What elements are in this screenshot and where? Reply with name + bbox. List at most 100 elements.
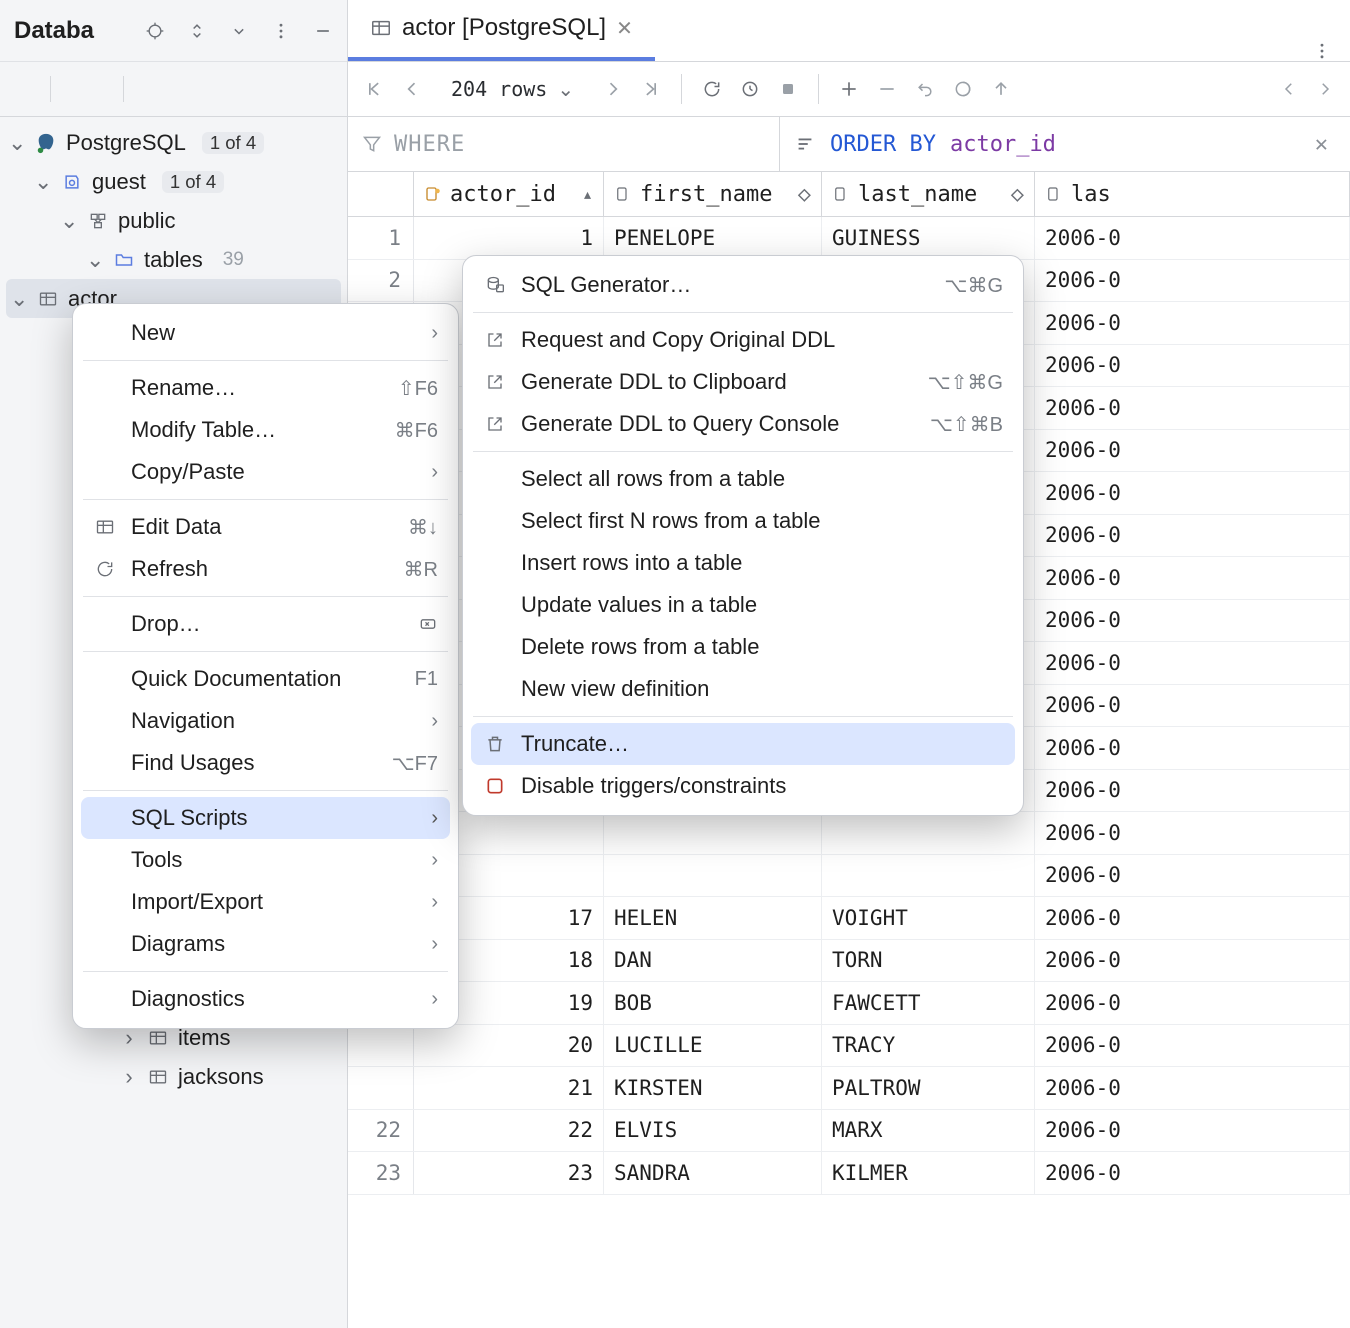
mi-refresh[interactable]: Refresh⌘R (73, 548, 458, 590)
cell-last-name[interactable]: GUINESS (822, 217, 1035, 259)
chevron-down-icon[interactable]: ⌄ (10, 286, 28, 312)
transaction-icon[interactable] (740, 79, 760, 99)
mi-tools[interactable]: Tools› (73, 839, 458, 881)
cell-last-update[interactable]: 2006-0 (1035, 557, 1350, 599)
close-icon[interactable]: ✕ (616, 16, 633, 41)
last-page-icon[interactable] (641, 79, 661, 99)
table-row[interactable]: 2222ELVISMARX2006-0 (348, 1110, 1350, 1153)
hide-icon[interactable] (229, 21, 249, 41)
cell-last-update[interactable]: 2006-0 (1035, 1025, 1350, 1067)
cell-last-name[interactable]: VOIGHT (822, 897, 1035, 939)
orderby-filter[interactable]: ORDER BY actor_id ✕ (780, 117, 1350, 171)
cell-first-name[interactable] (604, 855, 822, 897)
cell-last-update[interactable]: 2006-0 (1035, 940, 1350, 982)
cell-last-name[interactable]: MARX (822, 1110, 1035, 1152)
cell-last-update[interactable]: 2006-0 (1035, 642, 1350, 684)
cell-last-name[interactable] (822, 855, 1035, 897)
mi-truncate[interactable]: Truncate… (471, 723, 1015, 765)
mi-edit-data[interactable]: Edit Data⌘↓ (73, 506, 458, 548)
cell-last-name[interactable]: KILMER (822, 1152, 1035, 1194)
cell-last-name[interactable] (822, 812, 1035, 854)
cell-last-update[interactable]: 2006-0 (1035, 727, 1350, 769)
mi-modify-table[interactable]: Modify Table…⌘F6 (73, 409, 458, 451)
add-row-icon[interactable] (839, 79, 859, 99)
cell-actor-id[interactable]: 1 (414, 217, 604, 259)
table-row[interactable]: 18DANTORN2006-0 (348, 940, 1350, 983)
expand-collapse-icon[interactable] (187, 21, 207, 41)
revert-icon[interactable] (915, 79, 935, 99)
cell-first-name[interactable]: KIRSTEN (604, 1067, 822, 1109)
cell-last-update[interactable]: 2006-0 (1035, 982, 1350, 1024)
col-last-update[interactable]: las (1035, 172, 1350, 216)
cell-actor-id[interactable]: 21 (414, 1067, 604, 1109)
kebab-menu-icon[interactable] (271, 21, 291, 41)
table-row[interactable]: 2006-0 (348, 855, 1350, 898)
chevron-right-icon[interactable]: › (120, 1064, 138, 1090)
prev-page-icon[interactable] (402, 79, 422, 99)
cell-first-name[interactable]: PENELOPE (604, 217, 822, 259)
remove-row-icon[interactable] (877, 79, 897, 99)
cell-last-update[interactable]: 2006-0 (1035, 387, 1350, 429)
cell-first-name[interactable]: LUCILLE (604, 1025, 822, 1067)
mi-import-export[interactable]: Import/Export› (73, 881, 458, 923)
reload-icon[interactable] (702, 79, 722, 99)
col-last-name[interactable]: last_name ◇ (822, 172, 1035, 216)
cell-actor-id[interactable]: 20 (414, 1025, 604, 1067)
nav-right-icon[interactable] (1316, 80, 1334, 98)
cell-last-update[interactable]: 2006-0 (1035, 430, 1350, 472)
minimize-icon[interactable] (313, 21, 333, 41)
chevron-down-icon[interactable]: ⌄ (8, 130, 26, 156)
table-row[interactable]: 2323SANDRAKILMER2006-0 (348, 1152, 1350, 1195)
cell-first-name[interactable]: SANDRA (604, 1152, 822, 1194)
tree-tables-folder[interactable]: ⌄ tables 39 (0, 240, 347, 279)
cell-last-update[interactable]: 2006-0 (1035, 855, 1350, 897)
cell-last-name[interactable]: TORN (822, 940, 1035, 982)
mi-sql-generator[interactable]: SQL Generator…⌥⌘G (463, 264, 1023, 306)
mi-drop[interactable]: Drop… (73, 603, 458, 645)
mi-insert-rows[interactable]: Insert rows into a table (463, 542, 1023, 584)
cell-last-update[interactable]: 2006-0 (1035, 515, 1350, 557)
col-first-name[interactable]: first_name ◇ (604, 172, 822, 216)
submit-icon[interactable] (991, 79, 1011, 99)
tree-database[interactable]: ⌄ guest 1 of 4 (0, 162, 347, 201)
chevron-down-icon[interactable]: ⌄ (60, 208, 78, 234)
mi-copy-paste[interactable]: Copy/Paste› (73, 451, 458, 493)
mi-select-all-rows[interactable]: Select all rows from a table (463, 458, 1023, 500)
mi-find-usages[interactable]: Find Usages⌥F7 (73, 742, 458, 784)
row-count-button[interactable]: 204 rows ⌄ (440, 72, 585, 107)
tab-actor[interactable]: actor [PostgreSQL] ✕ (348, 0, 655, 61)
mi-delete-rows[interactable]: Delete rows from a table (463, 626, 1023, 668)
col-menu-icon[interactable]: ◇ (1011, 182, 1024, 207)
cell-actor-id[interactable]: 23 (414, 1152, 604, 1194)
where-filter[interactable]: WHERE (348, 117, 780, 171)
mi-request-copy-ddl[interactable]: Request and Copy Original DDL (463, 319, 1023, 361)
cell-last-update[interactable]: 2006-0 (1035, 472, 1350, 514)
cell-last-name[interactable]: PALTROW (822, 1067, 1035, 1109)
mi-generate-ddl-clipboard[interactable]: Generate DDL to Clipboard⌥⇧⌘G (463, 361, 1023, 403)
table-row[interactable]: 19BOBFAWCETT2006-0 (348, 982, 1350, 1025)
cell-last-update[interactable]: 2006-0 (1035, 260, 1350, 302)
mi-diagnostics[interactable]: Diagnostics› (73, 978, 458, 1020)
nav-left-icon[interactable] (1280, 80, 1298, 98)
cell-actor-id[interactable]: 22 (414, 1110, 604, 1152)
tree-schema[interactable]: ⌄ public (0, 201, 347, 240)
cell-first-name[interactable]: DAN (604, 940, 822, 982)
sort-asc-icon[interactable]: ▴ (582, 184, 593, 205)
cell-last-update[interactable]: 2006-0 (1035, 1110, 1350, 1152)
cell-last-update[interactable]: 2006-0 (1035, 812, 1350, 854)
cell-last-update[interactable]: 2006-0 (1035, 302, 1350, 344)
tab-kebab-icon[interactable] (1294, 41, 1350, 61)
mi-sql-scripts[interactable]: SQL Scripts› (81, 797, 450, 839)
col-menu-icon[interactable]: ◇ (798, 182, 811, 207)
mi-new[interactable]: New› (73, 312, 458, 354)
mi-generate-ddl-console[interactable]: Generate DDL to Query Console⌥⇧⌘B (463, 403, 1023, 445)
tree-datasource[interactable]: ⌄ PostgreSQL 1 of 4 (0, 123, 347, 162)
table-row[interactable]: 21KIRSTENPALTROW2006-0 (348, 1067, 1350, 1110)
cell-last-update[interactable]: 2006-0 (1035, 685, 1350, 727)
mi-diagrams[interactable]: Diagrams› (73, 923, 458, 965)
cell-last-update[interactable]: 2006-0 (1035, 1067, 1350, 1109)
next-page-icon[interactable] (603, 79, 623, 99)
mi-disable-triggers[interactable]: Disable triggers/constraints (463, 765, 1023, 807)
mi-navigation[interactable]: Navigation› (73, 700, 458, 742)
cell-last-update[interactable]: 2006-0 (1035, 600, 1350, 642)
